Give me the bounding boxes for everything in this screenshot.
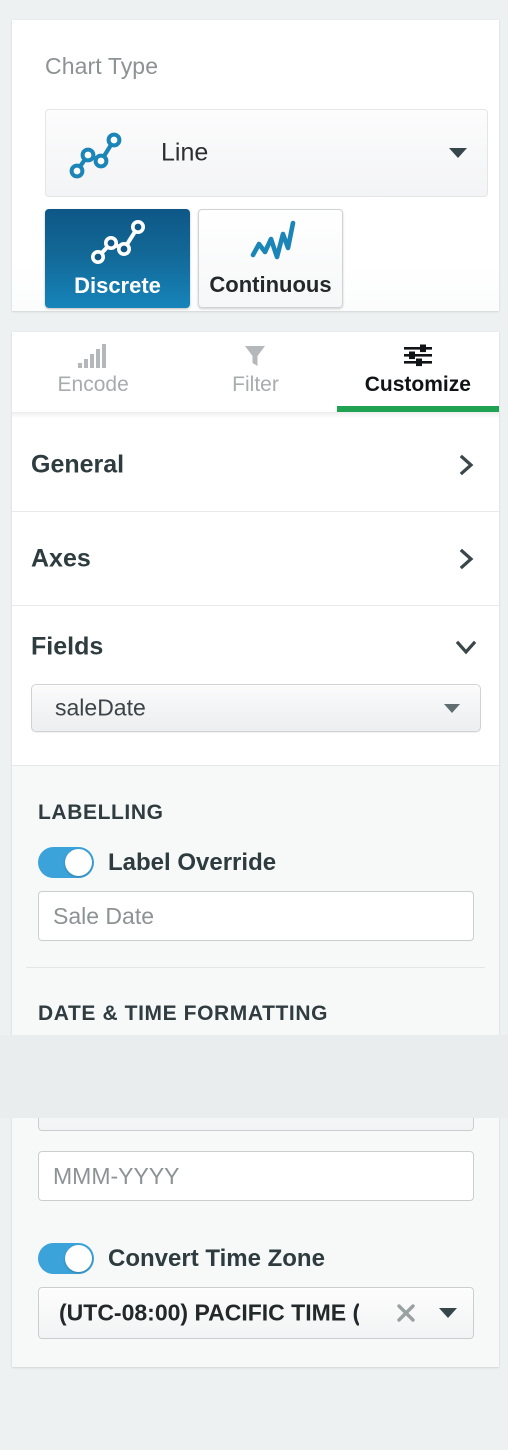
accordion-row-fields[interactable]: Fields [12,606,499,688]
accordion-axes-label: Axes [31,544,91,572]
timezone-select[interactable]: (UTC-08:00) PACIFIC TIME (… [38,1287,474,1339]
format-pattern-input[interactable] [38,1151,474,1201]
caret-down-icon [439,1308,457,1318]
chevron-right-icon [455,454,477,476]
tab-customize-label: Customize [364,373,471,396]
chart-type-value: Line [161,138,209,167]
bar-signal-icon [76,343,110,369]
discrete-mode-button[interactable]: Discrete [45,209,190,308]
field-select-value: saleDate [55,694,146,721]
continuous-line-chart-icon [240,217,302,269]
discrete-mode-label: Discrete [74,273,161,298]
field-select[interactable]: saleDate [31,684,481,732]
tab-filter-underline [174,406,336,412]
accordion-general-label: General [31,450,125,478]
accordion-row-general[interactable]: General [12,418,499,512]
chart-settings-panel: Chart Type Line Discrete Continuous Enco… [0,0,508,1450]
accordion-fields-label: Fields [31,632,104,661]
toggle-knob [65,849,92,876]
date-time-formatting-heading: DATE & TIME FORMATTING [38,1002,329,1025]
labelling-section-heading: LABELLING [38,801,164,824]
tab-filter[interactable]: Filter [174,332,336,412]
caret-down-icon [449,148,467,158]
chevron-right-icon [455,548,477,570]
tab-encode-underline [12,406,174,412]
line-chart-icon [66,126,126,182]
convert-time-zone-label: Convert Time Zone [108,1245,325,1272]
section-divider [26,967,485,968]
tab-encode-label: Encode [57,373,129,396]
tab-filter-label: Filter [232,373,279,396]
funnel-icon [238,343,272,369]
caret-down-icon [444,704,460,713]
continuous-mode-button[interactable]: Continuous [198,209,343,308]
discrete-line-chart-icon [87,216,149,268]
tab-customize[interactable]: Customize [336,332,499,412]
continuous-mode-label: Continuous [209,272,332,297]
chart-type-select[interactable]: Line [45,109,488,197]
sliders-icon [401,343,435,369]
convert-time-zone-toggle[interactable] [38,1243,94,1274]
chevron-down-icon [455,636,477,658]
chart-type-card: Chart Type Line Discrete Continuous [12,20,499,311]
customize-panel-card: Encode Filter Customize General Axes Fie… [12,332,499,1367]
close-icon[interactable] [395,1302,417,1324]
accordion-row-axes[interactable]: Axes [12,512,499,606]
tab-customize-underline [336,406,499,412]
panel-bottom-filler [0,1035,508,1118]
chart-type-title: Chart Type [45,53,159,79]
label-override-input[interactable] [38,891,474,941]
toggle-knob [65,1245,92,1272]
timezone-select-value: (UTC-08:00) PACIFIC TIME (… [59,1299,359,1326]
label-override-label: Label Override [108,849,277,876]
label-override-toggle[interactable] [38,847,94,878]
tab-encode[interactable]: Encode [12,332,174,412]
panel-tabs: Encode Filter Customize [12,332,499,412]
